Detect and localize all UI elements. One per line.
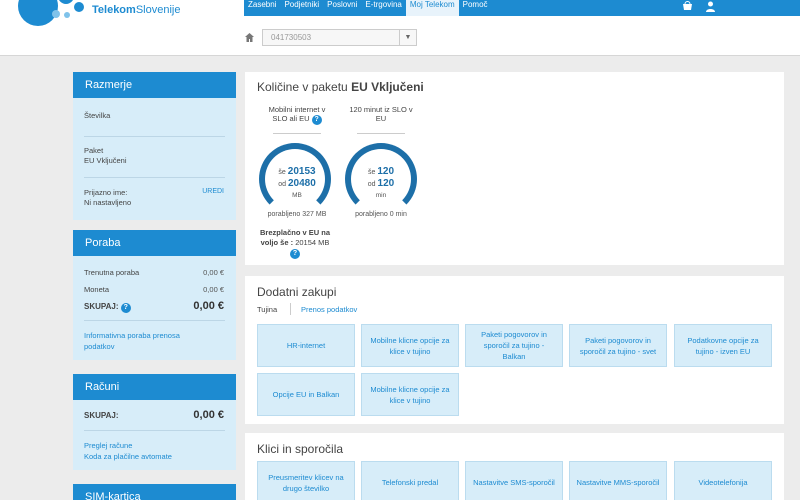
- tile-mobilne-klicne-opcije-2[interactable]: Mobilne klicne opcije za klice v tujino: [361, 373, 459, 416]
- sim-title: SIM-kartica: [73, 484, 236, 500]
- moneta-label: Moneta: [84, 285, 110, 294]
- internet-label: Mobilni internet v SLO ali EU ?: [268, 105, 326, 125]
- tile-mobilne-klicne-opcije[interactable]: Mobilne klicne opcije za klice v tujino: [361, 324, 459, 367]
- minutes-label: 120 minut iz SLO v EU: [349, 105, 413, 123]
- klici-panel: Klici in sporočila Preusmeritev klicev n…: [245, 433, 784, 500]
- nav-podjetniki[interactable]: Podjetniki: [280, 0, 323, 16]
- preglej-racune-link[interactable]: Preglej račune: [84, 440, 132, 451]
- main-navigation: Zasebni Podjetniki Poslovni E-trgovina M…: [244, 0, 800, 16]
- racuni-skupaj-value: 0,00 €: [193, 409, 224, 421]
- racuni-card: Računi SKUPAJ: 0,00 € Preglej račune Kod…: [73, 374, 236, 470]
- minutes-total: od 120: [367, 178, 395, 189]
- divider: [84, 177, 225, 178]
- razmerje-card: Razmerje Številka Paket EU Vključeni Pri…: [73, 72, 236, 220]
- divider: [273, 133, 321, 134]
- phone-number-select[interactable]: 041730503 ▼: [262, 29, 417, 46]
- help-icon[interactable]: ?: [120, 303, 131, 313]
- stevilka-label: Številka: [84, 111, 111, 120]
- tile-paketi-balkan[interactable]: Paketi pogovorov in sporočil za tujino -…: [465, 324, 563, 367]
- telekom-logo[interactable]: [18, 0, 88, 26]
- header: TelekomSlovenije Zasebni Podjetniki Posl…: [0, 0, 800, 56]
- free-eu-info: Brezplačno v EU na voljo še : 20154 MB ?: [259, 228, 331, 259]
- home-icon[interactable]: [244, 32, 255, 46]
- kolicine-title: Količine v paketu EU Vključeni: [257, 80, 424, 94]
- cart-icon[interactable]: [682, 1, 693, 12]
- poraba-card: Poraba Trenutna poraba 0,00 € Moneta 0,0…: [73, 230, 236, 360]
- minutes-gauge-group: 120 minut iz SLO v EU še 120 od 120 min p…: [341, 105, 421, 218]
- prijazno-ime-value: Ni nastavljeno: [84, 198, 132, 207]
- internet-remaining: še 20153: [278, 166, 316, 177]
- dodatni-zakupi-panel: Dodatni zakupi Tujina Prenos podatkov HR…: [245, 276, 784, 424]
- minutes-remaining: še 120: [367, 166, 395, 177]
- tile-paketi-svet[interactable]: Paketi pogovorov in sporočil za tujino -…: [569, 324, 667, 367]
- internet-used: porabljeno 327 MB: [267, 211, 327, 218]
- skupaj-label: SKUPAJ: ?: [84, 302, 131, 313]
- trenutna-poraba-value: 0,00 €: [203, 268, 224, 277]
- poraba-title: Poraba: [73, 230, 236, 256]
- tile-hr-internet[interactable]: HR-internet: [257, 324, 355, 367]
- chevron-down-icon: ▼: [399, 30, 416, 45]
- divider: [84, 320, 225, 321]
- razmerje-title: Razmerje: [73, 72, 236, 98]
- nav-pomoc[interactable]: Pomoč: [459, 0, 492, 16]
- dodatni-zakupi-title: Dodatni zakupi: [257, 285, 337, 299]
- nav-poslovni[interactable]: Poslovni: [323, 0, 361, 16]
- klici-title: Klici in sporočila: [257, 442, 344, 456]
- tile-preusmeritev-klicev[interactable]: Preusmeritev klicev na drugo številko: [257, 461, 355, 500]
- internet-unit: MB: [292, 192, 302, 199]
- nav-zasebni[interactable]: Zasebni: [244, 0, 280, 16]
- sim-card: SIM-kartica: [73, 484, 236, 500]
- divider: [84, 136, 225, 137]
- kolicine-panel: Količine v paketu EU Vključeni Mobilni i…: [245, 72, 784, 265]
- paket-label: Paket: [84, 146, 104, 155]
- help-icon[interactable]: ?: [290, 249, 300, 259]
- help-icon[interactable]: ?: [311, 115, 322, 125]
- divider: [290, 303, 291, 315]
- minutes-unit: min: [375, 192, 387, 199]
- divider: [84, 430, 225, 431]
- tile-podatkovne-opcije[interactable]: Podatkovne opcije za tujino - izven EU: [674, 324, 772, 367]
- internet-gauge-group: Mobilni internet v SLO ali EU ? še 20153 …: [257, 105, 337, 218]
- tile-videotelefonija[interactable]: Videotelefonija: [674, 461, 772, 500]
- trenutna-poraba-label: Trenutna poraba: [84, 268, 140, 277]
- moneta-value: 0,00 €: [203, 285, 224, 294]
- skupaj-value: 0,00 €: [193, 300, 224, 312]
- prijazno-ime-label: Prijazno ime:: [84, 188, 128, 197]
- paket-value: EU Vključeni: [84, 156, 127, 165]
- brand-name[interactable]: TelekomSlovenije: [92, 4, 180, 16]
- tile-nastavitve-mms[interactable]: Nastavitve MMS-sporočil: [569, 461, 667, 500]
- racuni-title: Računi: [73, 374, 236, 400]
- tab-prenos-podatkov[interactable]: Prenos podatkov: [301, 305, 357, 314]
- nav-moj-telekom[interactable]: Moj Telekom: [405, 0, 459, 16]
- nav-e-trgovina[interactable]: E-trgovina: [361, 0, 405, 16]
- koda-avtomate-link[interactable]: Koda za plačilne avtomate: [84, 451, 172, 462]
- uredi-link[interactable]: UREDI: [202, 188, 224, 195]
- minutes-used: porabljeno 0 min: [355, 211, 407, 218]
- tile-opcije-eu-balkan[interactable]: Opcije EU in Balkan: [257, 373, 355, 416]
- informativna-poraba-link[interactable]: Informativna poraba prenosa podatkov: [84, 330, 180, 352]
- internet-total: od 20480: [278, 178, 316, 189]
- racuni-skupaj-label: SKUPAJ:: [84, 411, 119, 420]
- user-icon[interactable]: [705, 1, 716, 12]
- divider: [357, 133, 405, 134]
- tile-nastavitve-sms[interactable]: Nastavitve SMS-sporočil: [465, 461, 563, 500]
- tile-telefonski-predal[interactable]: Telefonski predal: [361, 461, 459, 500]
- tab-tujina[interactable]: Tujina: [257, 305, 277, 314]
